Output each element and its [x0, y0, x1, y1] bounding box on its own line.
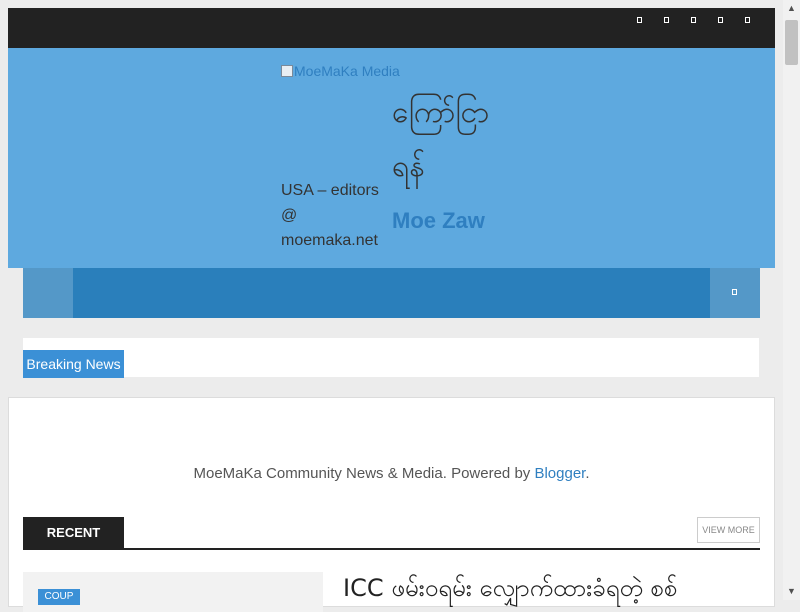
recent-posts-title: RECENT POSTS [23, 517, 124, 572]
social-icon-3[interactable] [691, 17, 696, 23]
ad-contact: USA – editors @ moemaka.net [281, 182, 379, 249]
breaking-news-label: Breaking News [23, 350, 124, 378]
site-logo[interactable]: MoeMaKa Media [281, 63, 400, 79]
ad-title-line-1: ကြော်ငြာ [392, 95, 490, 130]
top-bar [8, 8, 775, 48]
view-more-button[interactable]: VIEW MORE [697, 517, 760, 543]
post-tag[interactable]: COUP [38, 589, 80, 605]
social-icon-2[interactable] [664, 17, 669, 23]
scrollbar-thumb[interactable] [785, 20, 798, 65]
social-icon-4[interactable] [718, 17, 723, 23]
site-header: MoeMaKa Media ကြော်ငြာ ရန် USA – editors… [8, 48, 775, 268]
nav-home-button[interactable] [23, 268, 73, 318]
ad-title: ကြော်ငြာ ရန် [392, 86, 512, 194]
section-divider [23, 548, 760, 550]
blogger-link[interactable]: Blogger [534, 465, 585, 482]
scroll-up-icon[interactable]: ▲ [783, 0, 800, 17]
post-title[interactable]: ICC ဖမ်းဝရမ်း လျှောက်ထားခံရတဲ့ စစ် [343, 572, 763, 608]
search-icon [732, 289, 737, 295]
scrollbar-track[interactable] [783, 0, 800, 600]
credit-text: MoeMaKa Community News & Media. Powered … [193, 465, 535, 482]
credit-suffix: . [585, 465, 590, 482]
logo-alt-text: MoeMaKa Media [294, 63, 400, 79]
main-nav [23, 268, 760, 318]
breaking-news-bar [23, 338, 759, 377]
ad-cut-text: Moe Zaw [392, 208, 485, 233]
footer-credit: MoeMaKa Community News & Media. Powered … [0, 465, 783, 482]
broken-image-icon [281, 65, 293, 77]
scroll-down-icon[interactable]: ▼ [783, 583, 800, 600]
ad-title-line-2: ရန် [392, 149, 425, 184]
social-icon-5[interactable] [745, 17, 750, 23]
nav-search-button[interactable] [710, 268, 760, 318]
social-icon-1[interactable] [637, 17, 642, 23]
